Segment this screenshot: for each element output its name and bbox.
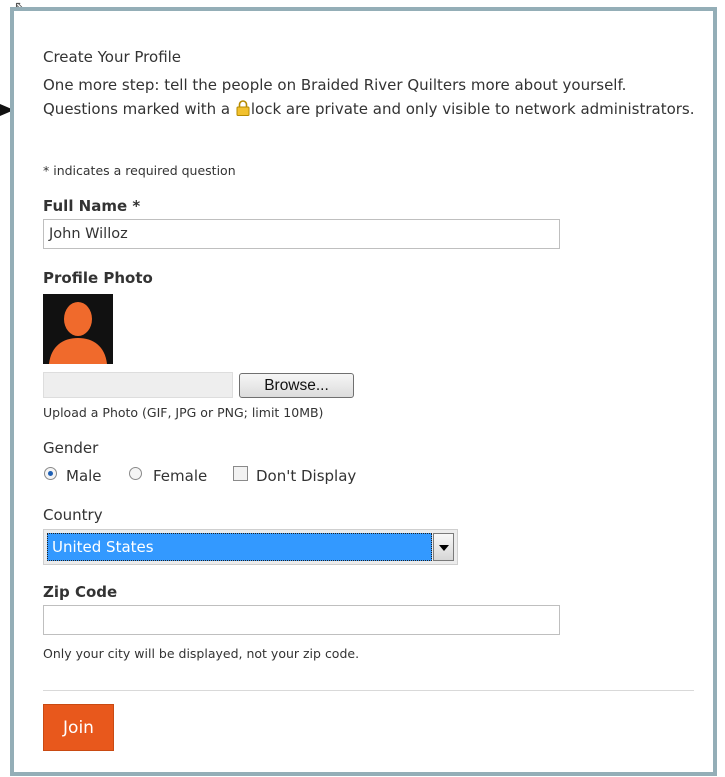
zip-code-input[interactable] (43, 605, 560, 635)
dont-display-label: Don't Display (256, 467, 357, 485)
browse-button[interactable]: Browse... (239, 373, 354, 398)
page-title: Create Your Profile (43, 48, 182, 66)
gender-male-radio[interactable] (44, 467, 57, 480)
country-select-value[interactable]: United States (47, 533, 432, 561)
profile-form-frame: Create Your Profile One more step: tell … (10, 7, 717, 776)
full-name-input[interactable]: John Willoz (43, 219, 560, 249)
country-label: Country (43, 506, 103, 524)
avatar-placeholder-icon (43, 294, 113, 364)
intro-text: One more step: tell the people on Braide… (43, 73, 703, 121)
join-button[interactable]: Join (43, 704, 114, 751)
profile-photo-label: Profile Photo (43, 269, 153, 287)
country-select[interactable]: United States (43, 529, 458, 565)
intro-text-after: lock are private and only visible to net… (250, 100, 695, 118)
avatar-placeholder (43, 294, 113, 364)
full-name-label: Full Name * (43, 197, 141, 215)
lock-icon (236, 100, 250, 116)
chevron-down-icon[interactable] (433, 533, 454, 561)
zip-code-hint: Only your city will be displayed, not yo… (43, 646, 360, 661)
dont-display-checkbox[interactable] (233, 466, 248, 481)
gender-label: Gender (43, 439, 99, 457)
zip-code-label: Zip Code (43, 583, 118, 601)
photo-upload-hint: Upload a Photo (GIF, JPG or PNG; limit 1… (43, 405, 324, 420)
gender-female-label: Female (153, 467, 208, 485)
file-path-field[interactable] (43, 372, 233, 398)
gender-female-radio[interactable] (129, 467, 142, 480)
gender-male-label: Male (66, 467, 102, 485)
divider (43, 690, 694, 691)
required-note: * indicates a required question (43, 163, 236, 178)
